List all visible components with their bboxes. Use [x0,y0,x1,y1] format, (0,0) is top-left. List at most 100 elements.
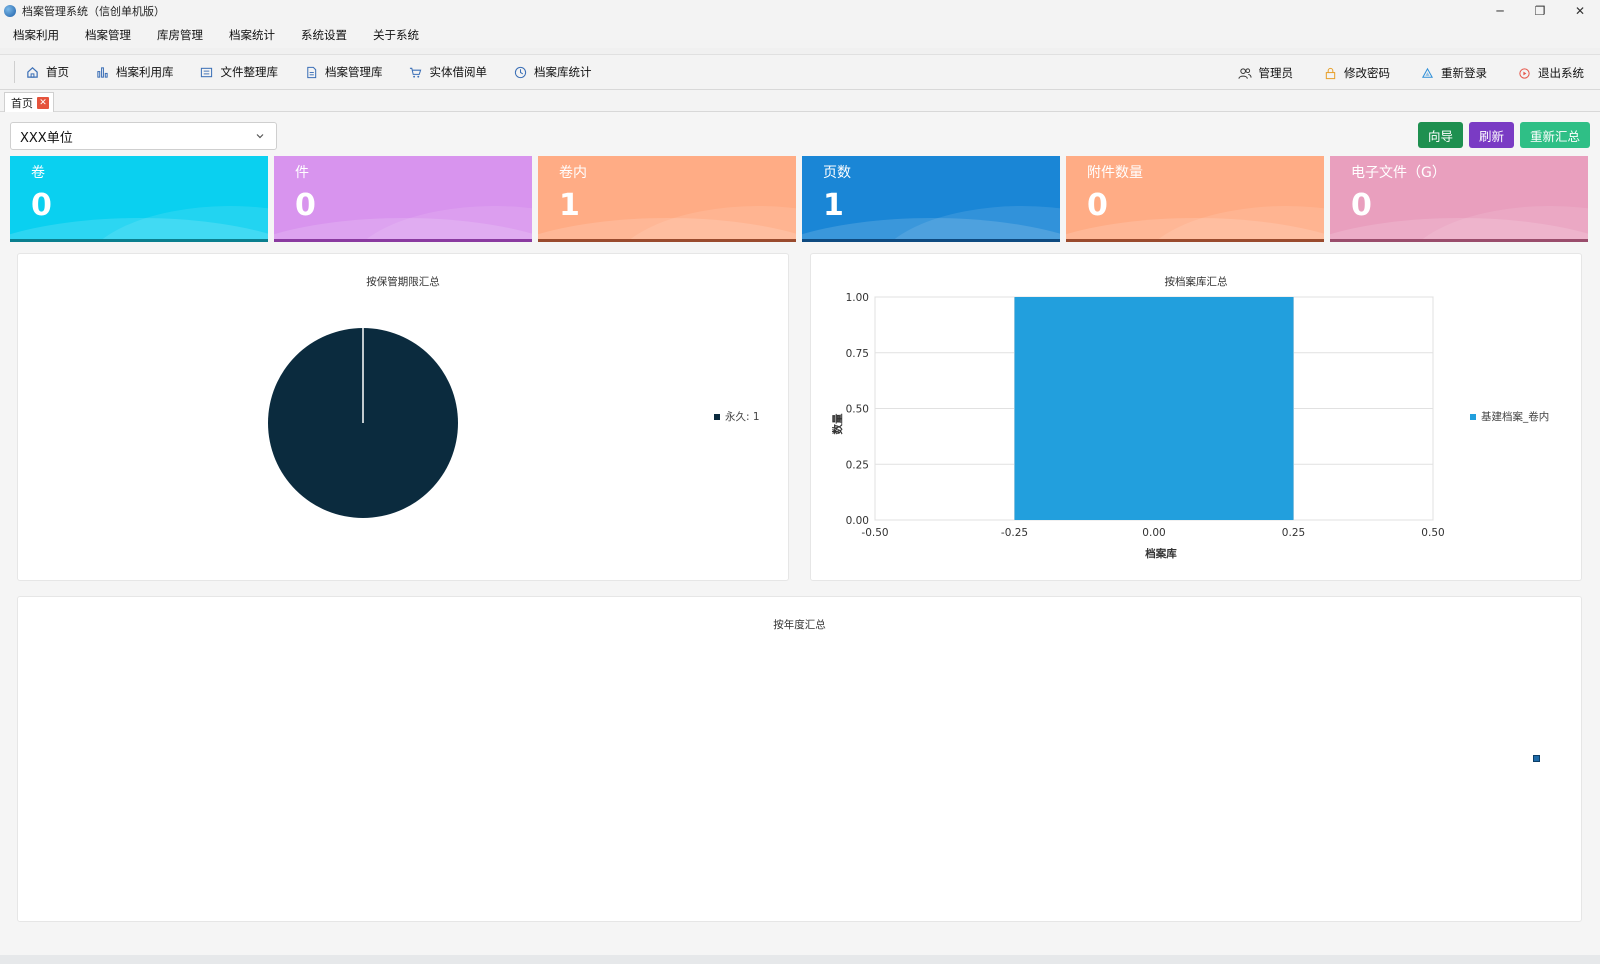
toolbar-archive-use-button[interactable]: 档案利用库 [95,64,174,80]
toolbar-borrow-button[interactable]: 实体借阅单 [409,64,488,80]
stat-value: 1 [823,188,844,223]
title-bar: 档案管理系统（信创单机版） ─ ❐ ✕ [0,0,1600,22]
x-tick-label: 0.25 [1282,527,1305,539]
toolbar-right-group: 管理员 修改密码 重新登录 退出系统 [1208,55,1584,91]
toolbar-archive-manage-label: 档案管理库 [325,65,383,79]
stat-label: 卷内 [559,165,587,181]
stat-value: 1 [559,188,580,223]
resummarize-button[interactable]: 重新汇总 [1519,122,1590,148]
stat-label: 件 [295,165,309,181]
menu-system-settings[interactable]: 系统设置 [301,27,347,43]
toolbar-home-button[interactable]: 首页 [25,64,69,80]
lock-icon [1323,66,1337,80]
bar-chart-icon [95,65,109,79]
toolbar-relogin-button[interactable]: 重新登录 [1420,65,1487,81]
toolbar-change-password-button[interactable]: 修改密码 [1323,65,1390,81]
stat-card-attachments: 附件数量 0 [1066,156,1324,242]
stat-card-electronic-files: 电子文件（G） 0 [1330,156,1588,242]
y-tick-label: 0.25 [846,459,869,471]
toolbar-relogin-label: 重新登录 [1441,66,1487,80]
toolbar-archive-stats-button[interactable]: 档案库统计 [513,64,592,80]
app-logo-icon [4,5,16,17]
unit-select-value: XXX单位 [20,130,73,146]
x-axis-label: 档案库 [1144,547,1177,560]
minimize-button[interactable]: ─ [1480,0,1520,22]
menu-archive-use[interactable]: 档案利用 [13,27,59,43]
card-underline [802,239,1060,242]
bar [1014,297,1294,520]
cart-icon [409,65,423,79]
menu-archive-manage[interactable]: 档案管理 [85,27,131,43]
stat-value: 0 [295,188,316,223]
card-underline [10,239,268,242]
stat-card-item: 件 0 [274,156,532,242]
tab-home-label: 首页 [11,96,33,110]
toolbar-archive-manage-button[interactable]: 档案管理库 [304,64,383,80]
toolbar-file-organize-label: 文件整理库 [220,65,279,79]
power-icon [1517,66,1531,80]
menu-warehouse-manage[interactable]: 库房管理 [157,27,203,43]
toolbar-home-label: 首页 [46,65,69,79]
file-icon [304,65,318,79]
x-tick-label: 0.00 [1142,527,1165,539]
toolbar: 首页 档案利用库 文件整理库 档案管理库 实体借阅单 档案库统计 管理员 修改密… [0,54,1600,90]
maximize-button[interactable]: ❐ [1520,0,1560,22]
menu-about[interactable]: 关于系统 [373,27,419,43]
stat-value: 0 [1351,188,1372,223]
y-tick-label: 0.50 [846,404,869,416]
card-underline [538,239,796,242]
x-tick-label: -0.50 [861,527,888,539]
toolbar-file-organize-button[interactable]: 文件整理库 [200,64,279,80]
toolbar-archive-use-label: 档案利用库 [116,65,174,79]
y-tick-label: 1.00 [846,292,869,304]
toolbar-borrow-label: 实体借阅单 [429,65,488,79]
status-strip [0,955,1600,964]
tab-home[interactable]: 首页 ✕ [4,92,54,112]
stat-label: 卷 [31,165,45,181]
guide-button[interactable]: 向导 [1417,122,1463,148]
toolbar-admin-button[interactable]: 管理员 [1237,65,1294,81]
action-buttons: 向导 刷新 重新汇总 [1412,122,1590,148]
users-icon [1237,66,1252,80]
bar-legend-label: 基建档案_卷内 [1481,411,1550,423]
toolbar-exit-label: 退出系统 [1538,66,1584,80]
clock-icon [513,65,527,79]
stat-value: 0 [31,188,52,223]
window-title: 档案管理系统（信创单机版） [22,5,165,18]
year-legend-swatch[interactable] [1533,755,1540,762]
card-underline [1066,239,1324,242]
y-axis-label: 数量 [831,413,844,435]
menu-bar: 档案利用 档案管理 库房管理 档案统计 系统设置 关于系统 [0,22,1600,48]
year-summary-panel: 按年度汇总 [17,596,1582,922]
year-chart-title: 按年度汇总 [773,619,826,631]
x-tick-label: -0.25 [1001,527,1028,539]
stat-label: 页数 [823,165,851,181]
stat-value: 0 [1087,188,1108,223]
document-list-icon [200,65,214,79]
card-underline [1330,239,1588,242]
toolbar-separator [14,61,15,83]
dashboard-content: XXX单位 向导 刷新 重新汇总 卷 0 件 0 卷内 1 页数 1 附件数量 … [0,112,1600,964]
stat-label: 附件数量 [1087,165,1143,181]
document-tabs: 首页 ✕ [0,90,1600,112]
x-tick-label: 0.50 [1421,527,1444,539]
stat-card-volume: 卷 0 [10,156,268,242]
pie-legend-label: 永久: 1 [725,411,760,423]
toolbar-exit-button[interactable]: 退出系统 [1517,65,1584,81]
pie-legend-item[interactable]: 永久: 1 [714,409,760,424]
stat-card-pages: 页数 1 [802,156,1060,242]
unit-select[interactable]: XXX单位 [10,122,277,150]
tab-close-icon[interactable]: ✕ [37,96,49,109]
refresh-button[interactable]: 刷新 [1468,122,1514,148]
close-window-button[interactable]: ✕ [1560,0,1600,22]
archive-library-summary-panel: 按档案库汇总 0.00 0.25 0.50 0.75 1.00 -0.50 -0.25 0.0… [810,253,1582,581]
toolbar-archive-stats-label: 档案库统计 [534,65,592,79]
stat-label: 电子文件（G） [1351,165,1446,181]
home-icon [25,65,39,79]
bar-legend-item[interactable]: 基建档案_卷内 [1470,409,1549,424]
card-underline [274,239,532,242]
legend-swatch [714,413,720,420]
legend-swatch [1470,413,1476,420]
toolbar-admin-label: 管理员 [1258,66,1294,80]
menu-archive-stats[interactable]: 档案统计 [229,27,275,43]
